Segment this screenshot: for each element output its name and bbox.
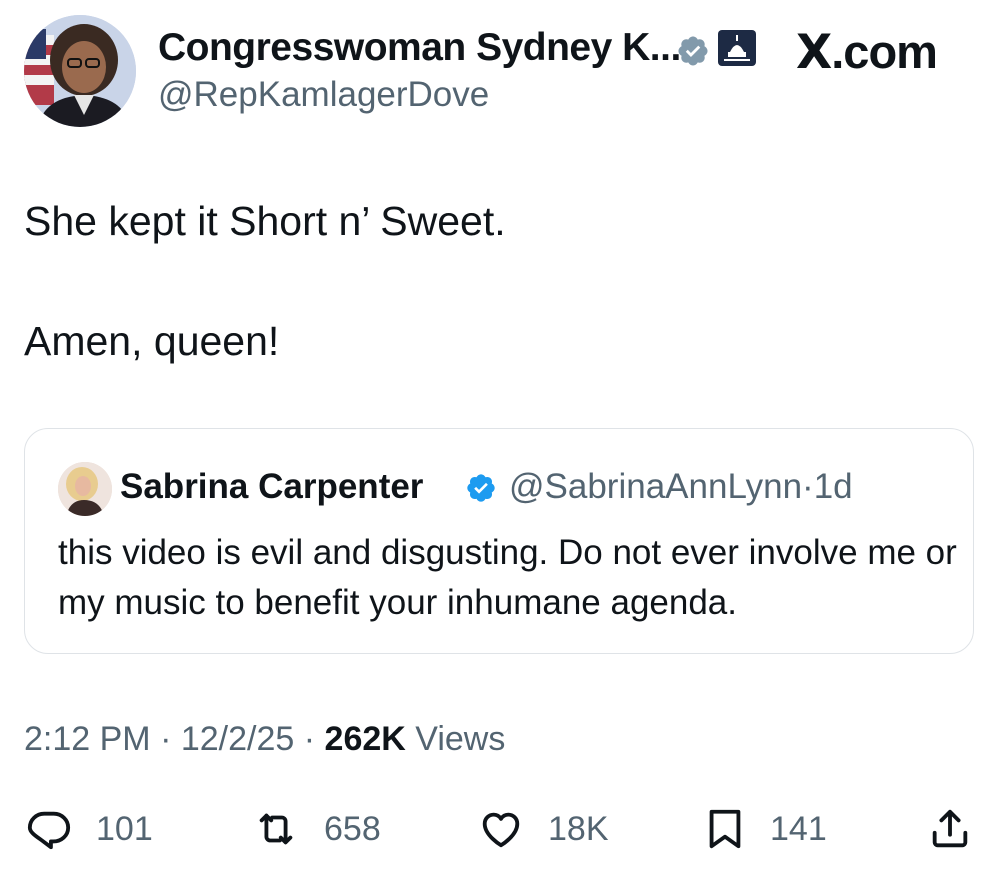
quoted-author-name[interactable]: Sabrina Carpenter [120,467,423,507]
author-handle[interactable]: @RepKamlagerDove [158,75,489,115]
x-logo-letter: X [796,25,832,80]
capitol-dome-icon [718,30,756,66]
share-button[interactable] [926,806,974,852]
views-label[interactable]: Views [415,720,505,758]
tweet-text-line: Amen, queen! [24,318,280,364]
tweet-meta: 2:12 PM · 12/2/25 · 262K Views [24,720,505,759]
tweet-text-line: She kept it Short n’ Sweet. [24,198,506,244]
author-avatar[interactable] [24,15,136,127]
quoted-author-avatar[interactable] [58,462,112,516]
quoted-tweet-text: this video is evil and disgusting. Do no… [58,533,957,622]
author-display-name[interactable]: Congresswoman Sydney K... [158,26,681,70]
like-button[interactable]: 18K [476,806,609,852]
heart-icon [482,812,520,848]
blue-verified-badge-icon [467,474,495,502]
gray-verified-badge-icon [678,36,708,66]
bookmark-button[interactable]: 141 [702,806,827,852]
views-count[interactable]: 262K [325,720,406,758]
reply-icon [27,811,71,850]
bookmark-icon [709,809,741,849]
tweet-date[interactable]: 12/2/25 [181,720,294,758]
repost-icon [259,813,293,845]
reply-count: 101 [96,809,153,848]
x-com-watermark: X.com [796,24,938,80]
bookmark-count: 141 [770,809,827,848]
reply-button[interactable]: 101 [24,806,153,852]
share-icon [932,809,968,848]
quoted-tweet-age[interactable]: 1d [814,467,853,506]
quoted-author-handle[interactable]: @SabrinaAnnLynn [509,467,802,506]
brand-domain: .com [831,25,938,78]
repost-count: 658 [324,809,381,848]
separator-dot: · [303,720,316,758]
repost-button[interactable]: 658 [250,806,381,852]
tweet-time[interactable]: 2:12 PM [24,720,151,758]
like-count: 18K [548,809,609,848]
separator-dot: · [802,467,814,506]
quoted-tweet-card[interactable]: Sabrina Carpenter @SabrinaAnnLynn·1d thi… [24,428,974,654]
quoted-author-handle-and-age[interactable]: @SabrinaAnnLynn·1d [509,467,853,507]
separator-dot: · [160,720,172,758]
